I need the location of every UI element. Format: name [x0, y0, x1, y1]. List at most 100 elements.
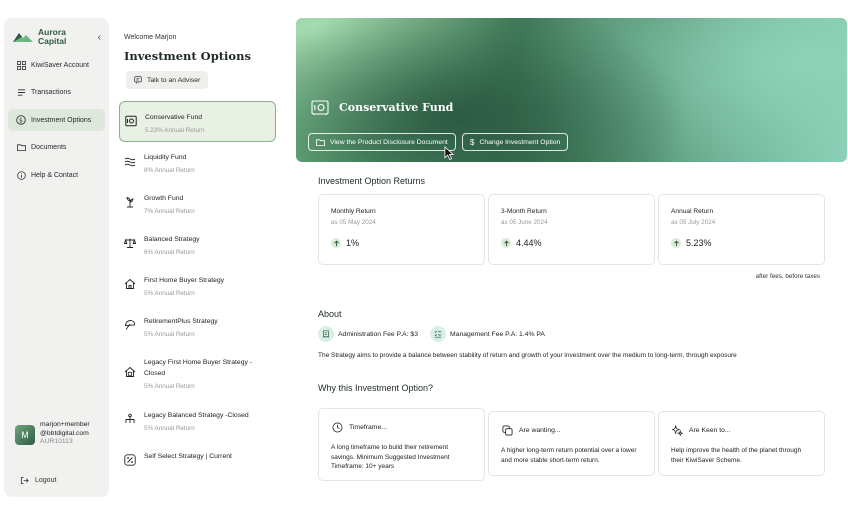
fund-name: First Home Buyer Strategy [144, 277, 225, 284]
fund-item-legacy-balanced[interactable]: Legacy Balanced Strategy -Closed 5% Annu… [119, 400, 276, 441]
change-option-label: Change Investment Option [479, 138, 561, 146]
brand-logo[interactable]: Aurora Capital [12, 28, 66, 45]
user-id: AUR10113 [40, 438, 73, 446]
about-heading: About [318, 309, 342, 319]
fund-item-first-home-buyer[interactable]: First Home Buyer Strategy 5% Annual Retu… [119, 265, 276, 306]
user-profile[interactable]: M marjon+member @bbtdigital.com AUR10113 [15, 421, 90, 447]
safe-icon [311, 100, 329, 115]
sidebar-item-label: Transactions [31, 89, 71, 96]
avatar: M [15, 425, 35, 445]
why-card-keen: Are Keen to... Help improve the health o… [658, 411, 825, 476]
return-label: 3-Month Return [501, 208, 547, 215]
dollar-circle-icon: $ [16, 115, 26, 125]
return-date: as 05 May 2024 [331, 219, 376, 226]
fund-name: Self Select Strategy | Current [144, 453, 232, 460]
scales-icon [124, 238, 136, 248]
folder-icon [16, 143, 26, 153]
return-value: 4.44% [501, 238, 642, 248]
sidebar-item-label: KiwiSaver Account [31, 61, 89, 69]
fund-rate: 5% Annual Return [144, 289, 195, 297]
svg-text:$: $ [19, 116, 23, 124]
return-date: as 05 June 2024 [501, 219, 548, 226]
user-name: marjon+member [40, 421, 90, 428]
fund-list: Conservative Fund 5.23% Annual Return Li… [119, 101, 276, 482]
logout-label: Logout [35, 477, 57, 484]
why-card-body: A long timeframe to build their retireme… [331, 444, 450, 470]
logout-icon [20, 476, 29, 485]
sidebar-item-help-contact[interactable]: Help & Contact [8, 164, 105, 186]
fund-name: Legacy Balanced Strategy -Closed [144, 412, 249, 419]
management-fee: Management Fee P.A: 1.4% PA [430, 326, 545, 342]
waves-icon [124, 157, 136, 167]
logout-button[interactable]: Logout [20, 476, 56, 485]
fund-item-legacy-first-home[interactable]: Legacy First Home Buyer Strategy - Closed… [119, 347, 276, 400]
percent-icon [124, 454, 136, 466]
admin-fee: Administration Fee P.A: $3 [318, 326, 418, 342]
returns-heading: Investment Option Returns [318, 176, 426, 186]
why-card-timeframe: Timeframe... A long timeframe to build t… [318, 408, 485, 481]
fund-hero-banner: Conservative Fund View the Product Discl… [296, 18, 847, 162]
return-card-monthly: Monthly Return as 05 May 2024 1% [318, 194, 485, 265]
why-card-title: Are Keen to... [671, 424, 812, 437]
fund-name: Liquidity Fund [144, 154, 187, 161]
welcome-text: Welcome Marjon [124, 34, 177, 41]
sidebar-nav: KiwiSaver Account Transactions $ Investm… [4, 54, 109, 192]
fund-rate: 5% Annual Return [144, 424, 195, 432]
return-label: Annual Return [671, 208, 714, 215]
view-pds-label: View the Product Disclosure Document [330, 138, 448, 146]
fund-item-self-select[interactable]: Self Select Strategy | Current [119, 441, 276, 482]
page-title: Investment Options [124, 49, 251, 63]
fund-item-conservative[interactable]: Conservative Fund 5.23% Annual Return [119, 101, 276, 142]
why-card-wanting: Are wanting... A higher long-term return… [488, 411, 655, 476]
hero-title: Conservative Fund [339, 101, 454, 114]
fund-rate: 8% Annual Return [144, 166, 195, 174]
why-heading: Why this Investment Option? [318, 383, 434, 393]
return-value: 1% [331, 238, 472, 248]
hierarchy-icon [125, 413, 135, 423]
fund-item-liquidity[interactable]: Liquidity Fund 8% Annual Return [119, 142, 276, 183]
sprout-icon [126, 196, 134, 208]
why-card-body: A higher long-term return potential over… [501, 447, 637, 464]
sidebar-item-label: Help & Contact [31, 171, 79, 179]
fund-item-growth[interactable]: Growth Fund 7% Annual Return [119, 183, 276, 224]
arrow-up-icon [331, 238, 341, 248]
sidebar: Aurora Capital ‹ KiwiSaver Account Transa… [4, 18, 109, 497]
house-icon [124, 278, 136, 289]
fund-name: Growth Fund [144, 195, 184, 202]
mouse-cursor-icon [444, 146, 455, 161]
why-card-title: Are wanting... [501, 424, 642, 437]
grid-icon [16, 60, 26, 70]
sidebar-item-documents[interactable]: Documents [8, 137, 105, 159]
strategy-description: The Strategy aims to provide a balance b… [318, 352, 737, 359]
returns-note: after fees, before taxes [755, 273, 820, 280]
sidebar-item-label: Investment Options [31, 116, 92, 124]
aurora-logo-icon [13, 32, 33, 42]
change-investment-option-button[interactable]: $ Change Investment Option [462, 133, 569, 151]
umbrella-icon [124, 320, 136, 330]
safe-icon [125, 115, 137, 127]
fund-name: RetirementPlus Strategy [144, 318, 218, 325]
dollar-icon: $ [470, 137, 475, 147]
receipt-icon [318, 326, 334, 342]
return-value: 5.23% [671, 238, 812, 248]
sidebar-item-kiwisaver-account[interactable]: KiwiSaver Account [8, 54, 105, 76]
return-card-3-month: 3-Month Return as 05 June 2024 4.44% [488, 194, 655, 265]
return-date: as 05 July 2024 [671, 219, 716, 226]
return-label: Monthly Return [331, 208, 376, 215]
sidebar-item-label: Documents [31, 144, 67, 151]
sidebar-item-transactions[interactable]: Transactions [8, 82, 105, 104]
sparkle-icon [671, 424, 684, 437]
checklist-icon [430, 326, 446, 342]
arrow-up-icon [671, 238, 681, 248]
fund-item-balanced[interactable]: Balanced Strategy 6% Annual Return [119, 224, 276, 265]
fund-name: Balanced Strategy [144, 236, 200, 243]
view-pds-button[interactable]: View the Product Disclosure Document [308, 133, 456, 151]
talk-to-adviser-button[interactable]: Talk to an Adviser [126, 71, 209, 89]
fund-item-retirementplus[interactable]: RetirementPlus Strategy 5% Annual Return [119, 306, 276, 347]
user-domain: @bbtdigital.com [40, 429, 89, 437]
coins-icon [501, 424, 514, 437]
sidebar-item-investment-options[interactable]: $ Investment Options [8, 109, 105, 131]
fund-rate: 7% Annual Return [144, 207, 195, 215]
chevron-left-icon[interactable]: ‹ [98, 32, 101, 43]
fund-name: Conservative Fund [145, 114, 203, 121]
